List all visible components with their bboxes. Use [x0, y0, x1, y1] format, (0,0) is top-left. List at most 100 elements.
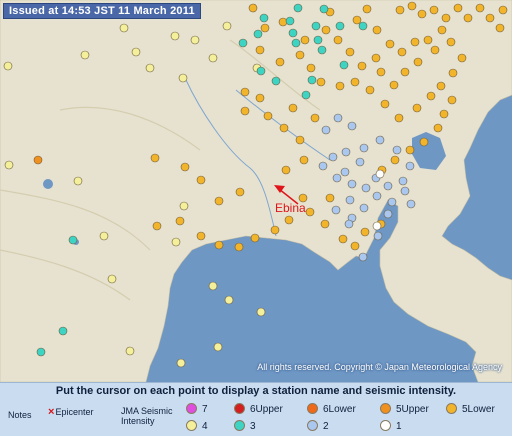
station-marker[interactable]: [256, 66, 266, 76]
station-marker[interactable]: [248, 3, 258, 13]
station-marker[interactable]: [275, 57, 285, 67]
station-marker[interactable]: [311, 21, 321, 31]
station-marker[interactable]: [240, 87, 250, 97]
station-marker[interactable]: [376, 67, 386, 77]
station-marker[interactable]: [306, 63, 316, 73]
station-marker[interactable]: [325, 193, 335, 203]
station-marker[interactable]: [383, 209, 393, 219]
station-marker[interactable]: [413, 57, 423, 67]
station-marker[interactable]: [295, 135, 305, 145]
station-marker[interactable]: [320, 219, 330, 229]
station-marker[interactable]: [457, 53, 467, 63]
station-marker[interactable]: [375, 135, 385, 145]
station-marker[interactable]: [68, 235, 78, 245]
station-marker[interactable]: [339, 60, 349, 70]
station-marker[interactable]: [319, 4, 329, 14]
station-marker[interactable]: [436, 81, 446, 91]
station-marker[interactable]: [333, 35, 343, 45]
station-marker[interactable]: [313, 35, 323, 45]
seismic-intensity-map[interactable]: [0, 0, 512, 382]
station-marker[interactable]: [395, 5, 405, 15]
station-marker[interactable]: [208, 53, 218, 63]
station-marker[interactable]: [317, 45, 327, 55]
station-marker[interactable]: [372, 221, 382, 231]
station-marker[interactable]: [214, 196, 224, 206]
station-marker[interactable]: [58, 326, 68, 336]
station-marker[interactable]: [196, 175, 206, 185]
station-marker[interactable]: [196, 231, 206, 241]
station-marker[interactable]: [299, 155, 309, 165]
station-marker[interactable]: [331, 205, 341, 215]
station-marker[interactable]: [284, 215, 294, 225]
station-marker[interactable]: [3, 61, 13, 71]
station-marker[interactable]: [372, 25, 382, 35]
station-marker[interactable]: [389, 80, 399, 90]
station-marker[interactable]: [214, 240, 224, 250]
station-marker[interactable]: [253, 29, 263, 39]
station-marker[interactable]: [400, 186, 410, 196]
station-marker[interactable]: [344, 219, 354, 229]
station-marker[interactable]: [387, 197, 397, 207]
station-marker[interactable]: [439, 109, 449, 119]
station-marker[interactable]: [255, 93, 265, 103]
station-marker[interactable]: [190, 35, 200, 45]
station-marker[interactable]: [350, 241, 360, 251]
station-marker[interactable]: [310, 113, 320, 123]
station-marker[interactable]: [260, 23, 270, 33]
station-marker[interactable]: [316, 77, 326, 87]
station-marker[interactable]: [423, 35, 433, 45]
station-marker[interactable]: [240, 106, 250, 116]
station-marker[interactable]: [279, 123, 289, 133]
station-marker[interactable]: [80, 50, 90, 60]
station-marker[interactable]: [208, 281, 218, 291]
station-marker[interactable]: [307, 75, 317, 85]
station-marker[interactable]: [271, 76, 281, 86]
station-marker[interactable]: [355, 157, 365, 167]
station-marker[interactable]: [352, 15, 362, 25]
station-marker[interactable]: [176, 358, 186, 368]
station-marker[interactable]: [338, 234, 348, 244]
station-marker[interactable]: [475, 3, 485, 13]
station-marker[interactable]: [398, 176, 408, 186]
station-marker[interactable]: [321, 25, 331, 35]
station-marker[interactable]: [350, 77, 360, 87]
station-marker[interactable]: [362, 4, 372, 14]
station-marker[interactable]: [375, 169, 385, 179]
station-marker[interactable]: [293, 3, 303, 13]
station-marker[interactable]: [305, 207, 315, 217]
station-marker[interactable]: [150, 153, 160, 163]
station-marker[interactable]: [332, 173, 342, 183]
station-marker[interactable]: [175, 216, 185, 226]
station-marker[interactable]: [406, 199, 416, 209]
station-marker[interactable]: [410, 37, 420, 47]
station-marker[interactable]: [213, 342, 223, 352]
station-marker[interactable]: [372, 191, 382, 201]
station-marker[interactable]: [392, 145, 402, 155]
station-marker[interactable]: [234, 242, 244, 252]
station-marker[interactable]: [397, 47, 407, 57]
station-marker[interactable]: [358, 21, 368, 31]
station-marker[interactable]: [361, 183, 371, 193]
station-marker[interactable]: [335, 21, 345, 31]
station-marker[interactable]: [365, 85, 375, 95]
station-marker[interactable]: [380, 99, 390, 109]
station-marker[interactable]: [255, 45, 265, 55]
station-marker[interactable]: [448, 68, 458, 78]
station-marker[interactable]: [347, 121, 357, 131]
station-marker[interactable]: [345, 47, 355, 57]
station-marker[interactable]: [73, 176, 83, 186]
station-marker[interactable]: [347, 179, 357, 189]
station-marker[interactable]: [145, 63, 155, 73]
station-marker[interactable]: [373, 231, 383, 241]
station-marker[interactable]: [288, 103, 298, 113]
station-marker[interactable]: [222, 21, 232, 31]
station-marker[interactable]: [238, 38, 248, 48]
station-marker[interactable]: [371, 53, 381, 63]
station-marker[interactable]: [318, 161, 328, 171]
station-marker[interactable]: [250, 233, 260, 243]
station-marker[interactable]: [405, 145, 415, 155]
station-marker[interactable]: [224, 295, 234, 305]
station-marker[interactable]: [278, 17, 288, 27]
station-marker[interactable]: [358, 252, 368, 262]
station-marker[interactable]: [125, 346, 135, 356]
